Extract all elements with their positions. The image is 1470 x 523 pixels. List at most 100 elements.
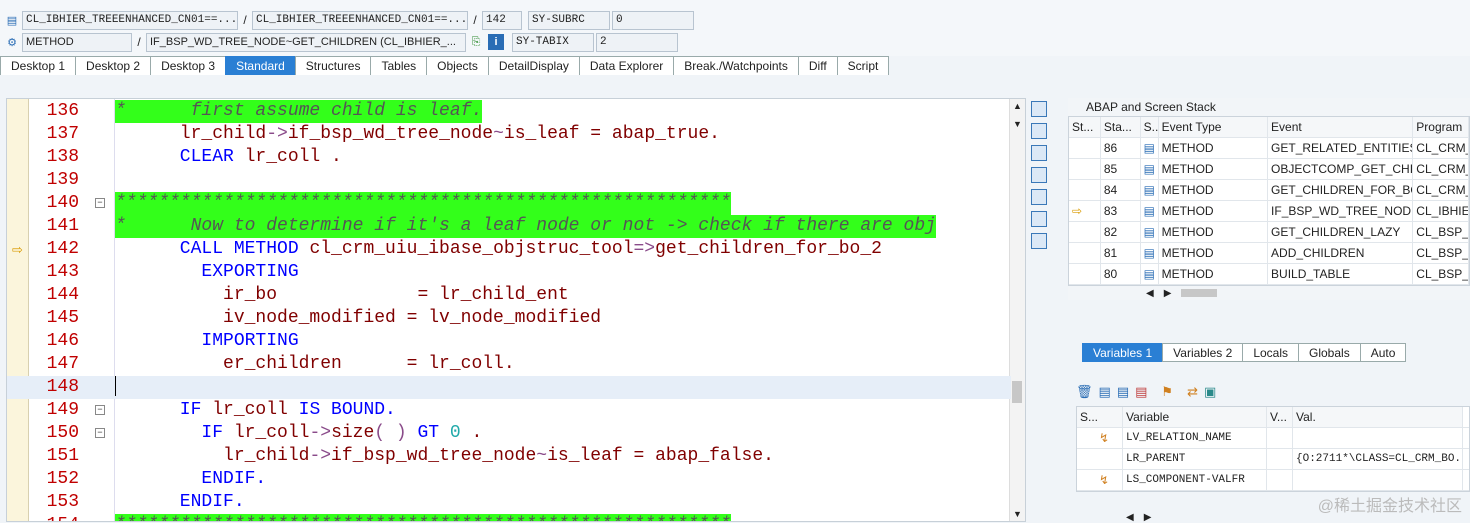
code-line[interactable]: 149 − IF lr_coll IS BOUND. (7, 399, 1011, 422)
stack-column-header[interactable]: Program (1413, 117, 1469, 137)
code-token: if_bsp_wd_tree_node (287, 124, 494, 144)
close-icon[interactable] (1031, 101, 1047, 117)
tab-desktop-3[interactable]: Desktop 3 (150, 56, 227, 75)
scroll-thumb[interactable] (1181, 289, 1218, 297)
code-line[interactable]: 152 ENDIF. (7, 468, 1011, 491)
resize-icon[interactable] (1031, 189, 1047, 205)
program-field[interactable]: CL_IBHIER_TREEENHANCED_CN01==... (22, 10, 238, 30)
insert-icon[interactable]: ▤ (1099, 384, 1111, 400)
scroll-down-icon[interactable]: ▼ (1013, 119, 1022, 129)
variable-row[interactable]: ↯ LV_RELATION_NAME (1077, 428, 1469, 449)
info-icon[interactable]: i (488, 34, 504, 50)
stack-column-header[interactable]: Sta... (1100, 117, 1141, 137)
variable-value[interactable] (1293, 428, 1463, 448)
stack-row[interactable]: 81▤METHODADD_CHILDRENCL_BSP_V (1069, 243, 1469, 264)
code-line[interactable]: 136 * first assume child is leaf. (7, 100, 1011, 123)
scroll-right-icon[interactable]: ▶ (1164, 288, 1172, 299)
code-line[interactable]: 153 ENDIF. (7, 491, 1011, 514)
import-icon[interactable]: ▤ (1117, 384, 1129, 400)
variable-name[interactable]: LR_PARENT (1123, 449, 1267, 469)
tab-break-watchpoints[interactable]: Break./Watchpoints (673, 56, 799, 75)
swap-tool-icon[interactable] (1031, 145, 1047, 161)
tab-tables[interactable]: Tables (370, 56, 428, 75)
new-tool-icon[interactable] (1031, 123, 1047, 139)
tab-structures[interactable]: Structures (294, 56, 372, 75)
event-type-field[interactable]: METHOD (22, 32, 132, 52)
variables-tab-auto[interactable]: Auto (1359, 343, 1407, 362)
tab-standard[interactable]: Standard (225, 56, 296, 75)
maximize-icon[interactable] (1031, 167, 1047, 183)
tab-desktop-2[interactable]: Desktop 2 (75, 56, 152, 75)
code-line[interactable]: 141 * Now to determine if it's a leaf nod… (7, 215, 1011, 238)
scroll-down-icon[interactable]: ▼ (1013, 509, 1022, 519)
tab-objects[interactable]: Objects (426, 56, 489, 75)
stack-row[interactable]: 84▤METHODGET_CHILDREN_FOR_BO...CL_CRM_U (1069, 180, 1469, 201)
code-line[interactable]: 144 ir_bo = lr_child_ent (7, 284, 1011, 307)
scroll-left-icon[interactable]: ◀ (1146, 288, 1154, 299)
stack-row[interactable]: 85▤METHODOBJECTCOMP_GET_CHIL...CL_CRM_U (1069, 159, 1469, 180)
variables-tab-variables-1[interactable]: Variables 1 (1082, 343, 1164, 362)
scroll-up-icon[interactable]: ▲ (1013, 101, 1022, 111)
variable-row[interactable]: ↯ LS_COMPONENT-VALFR (1077, 470, 1469, 491)
stack-column-header[interactable]: S... (1140, 117, 1159, 137)
stack-row[interactable]: 82▤METHODGET_CHILDREN_LAZYCL_BSP_V (1069, 222, 1469, 243)
scroll-thumb[interactable] (1012, 381, 1022, 403)
variable-name[interactable]: LV_RELATION_NAME (1123, 428, 1267, 448)
variables-tab-variables-2[interactable]: Variables 2 (1162, 343, 1244, 362)
code-line[interactable]: 139 (7, 169, 1011, 192)
variable-value[interactable]: {O:2711*\CLASS=CL_CRM_BO... (1293, 449, 1463, 469)
source-editor[interactable]: ▲ ▼ ▼ 136 * first assume child is leaf. 13… (6, 98, 1026, 522)
stack-row[interactable]: 80▤METHODBUILD_TABLECL_BSP_V (1069, 264, 1469, 285)
code-line[interactable]: 142 ⇨ CALL METHOD cl_crm_uiu_ibase_objstr… (7, 238, 1011, 261)
code-line[interactable]: 138 CLEAR lr_coll . (7, 146, 1011, 169)
remove-icon[interactable]: ▤ (1135, 384, 1147, 400)
variable-value[interactable] (1293, 470, 1463, 490)
fold-toggle-icon[interactable]: − (95, 198, 105, 208)
hierarchy-icon[interactable]: ⚑ (1161, 384, 1173, 400)
variables-column-header[interactable]: Variable (1123, 407, 1267, 427)
variables-tab-locals[interactable]: Locals (1242, 343, 1299, 362)
code-line[interactable]: 150 − IF lr_coll->size( ) GT 0 . (7, 422, 1011, 445)
variables-tab-globals[interactable]: Globals (1298, 343, 1361, 362)
tab-diff[interactable]: Diff (797, 56, 838, 75)
move-icon[interactable]: ⇄ (1187, 384, 1198, 400)
code-line[interactable]: 147 er_children = lr_coll. (7, 353, 1011, 376)
stack-column-header[interactable]: Event (1268, 117, 1414, 137)
variable-row[interactable]: LR_PARENT {O:2711*\CLASS=CL_CRM_BO... (1077, 449, 1469, 470)
variables-column-header[interactable]: S... (1077, 407, 1123, 427)
event-field[interactable]: IF_BSP_WD_TREE_NODE~GET_CHILDREN (CL_IBH… (146, 32, 466, 52)
code-line[interactable]: 146 IMPORTING (7, 330, 1011, 353)
code-line[interactable]: 143 EXPORTING (7, 261, 1011, 284)
line-number-field[interactable]: 142 (482, 10, 522, 30)
code-line[interactable]: 154 *************************************… (7, 514, 1011, 521)
scroll-left-icon[interactable]: ◀ (1126, 512, 1134, 523)
delete-icon[interactable]: 🗑 (1076, 384, 1093, 400)
variable-name[interactable]: LS_COMPONENT-VALFR (1123, 470, 1267, 490)
stack-column-header[interactable]: St... (1069, 117, 1101, 137)
variables-column-header[interactable]: V... (1267, 407, 1293, 427)
stack-column-header[interactable]: Event Type (1158, 117, 1269, 137)
editor-scrollbar[interactable]: ▲ ▼ ▼ (1009, 99, 1025, 521)
include-field[interactable]: CL_IBHIER_TREEENHANCED_CN01==... (252, 10, 468, 30)
headset-icon[interactable] (1031, 211, 1047, 227)
code-line[interactable]: 151 lr_child->if_bsp_wd_tree_node~is_lea… (7, 445, 1011, 468)
navigate-icon[interactable]: ⎘ (468, 34, 484, 50)
code-line[interactable]: 148 (7, 376, 1011, 399)
code-line[interactable]: 145 iv_node_modified = lv_node_modified (7, 307, 1011, 330)
code-line[interactable]: 137 lr_child->if_bsp_wd_tree_node~is_lea… (7, 123, 1011, 146)
folder-icon[interactable]: ▣ (1204, 384, 1216, 400)
stack-row[interactable]: 86▤METHODGET_RELATED_ENTITIESCL_CRM_B (1069, 138, 1469, 159)
tab-script[interactable]: Script (836, 56, 890, 75)
stack-row[interactable]: ⇨ 83▤METHODIF_BSP_WD_TREE_NOD...CL_IBHIER (1069, 201, 1469, 222)
variables-column-header[interactable]: Val. (1293, 407, 1463, 427)
variables-hscroll[interactable]: ◀ ▶ (1126, 512, 1151, 523)
tab-detaildisplay[interactable]: DetailDisplay (487, 56, 580, 75)
code-line[interactable]: 140 − ************************************… (7, 192, 1011, 215)
tab-data-explorer[interactable]: Data Explorer (578, 56, 675, 75)
scroll-right-icon[interactable]: ▶ (1144, 512, 1152, 523)
tab-desktop-1[interactable]: Desktop 1 (0, 56, 77, 75)
fold-toggle-icon[interactable]: − (95, 428, 105, 438)
settings-icon[interactable] (1031, 233, 1047, 249)
fold-toggle-icon[interactable]: − (95, 405, 105, 415)
stack-hscroll[interactable]: ◀ ▶ (1068, 286, 1470, 300)
